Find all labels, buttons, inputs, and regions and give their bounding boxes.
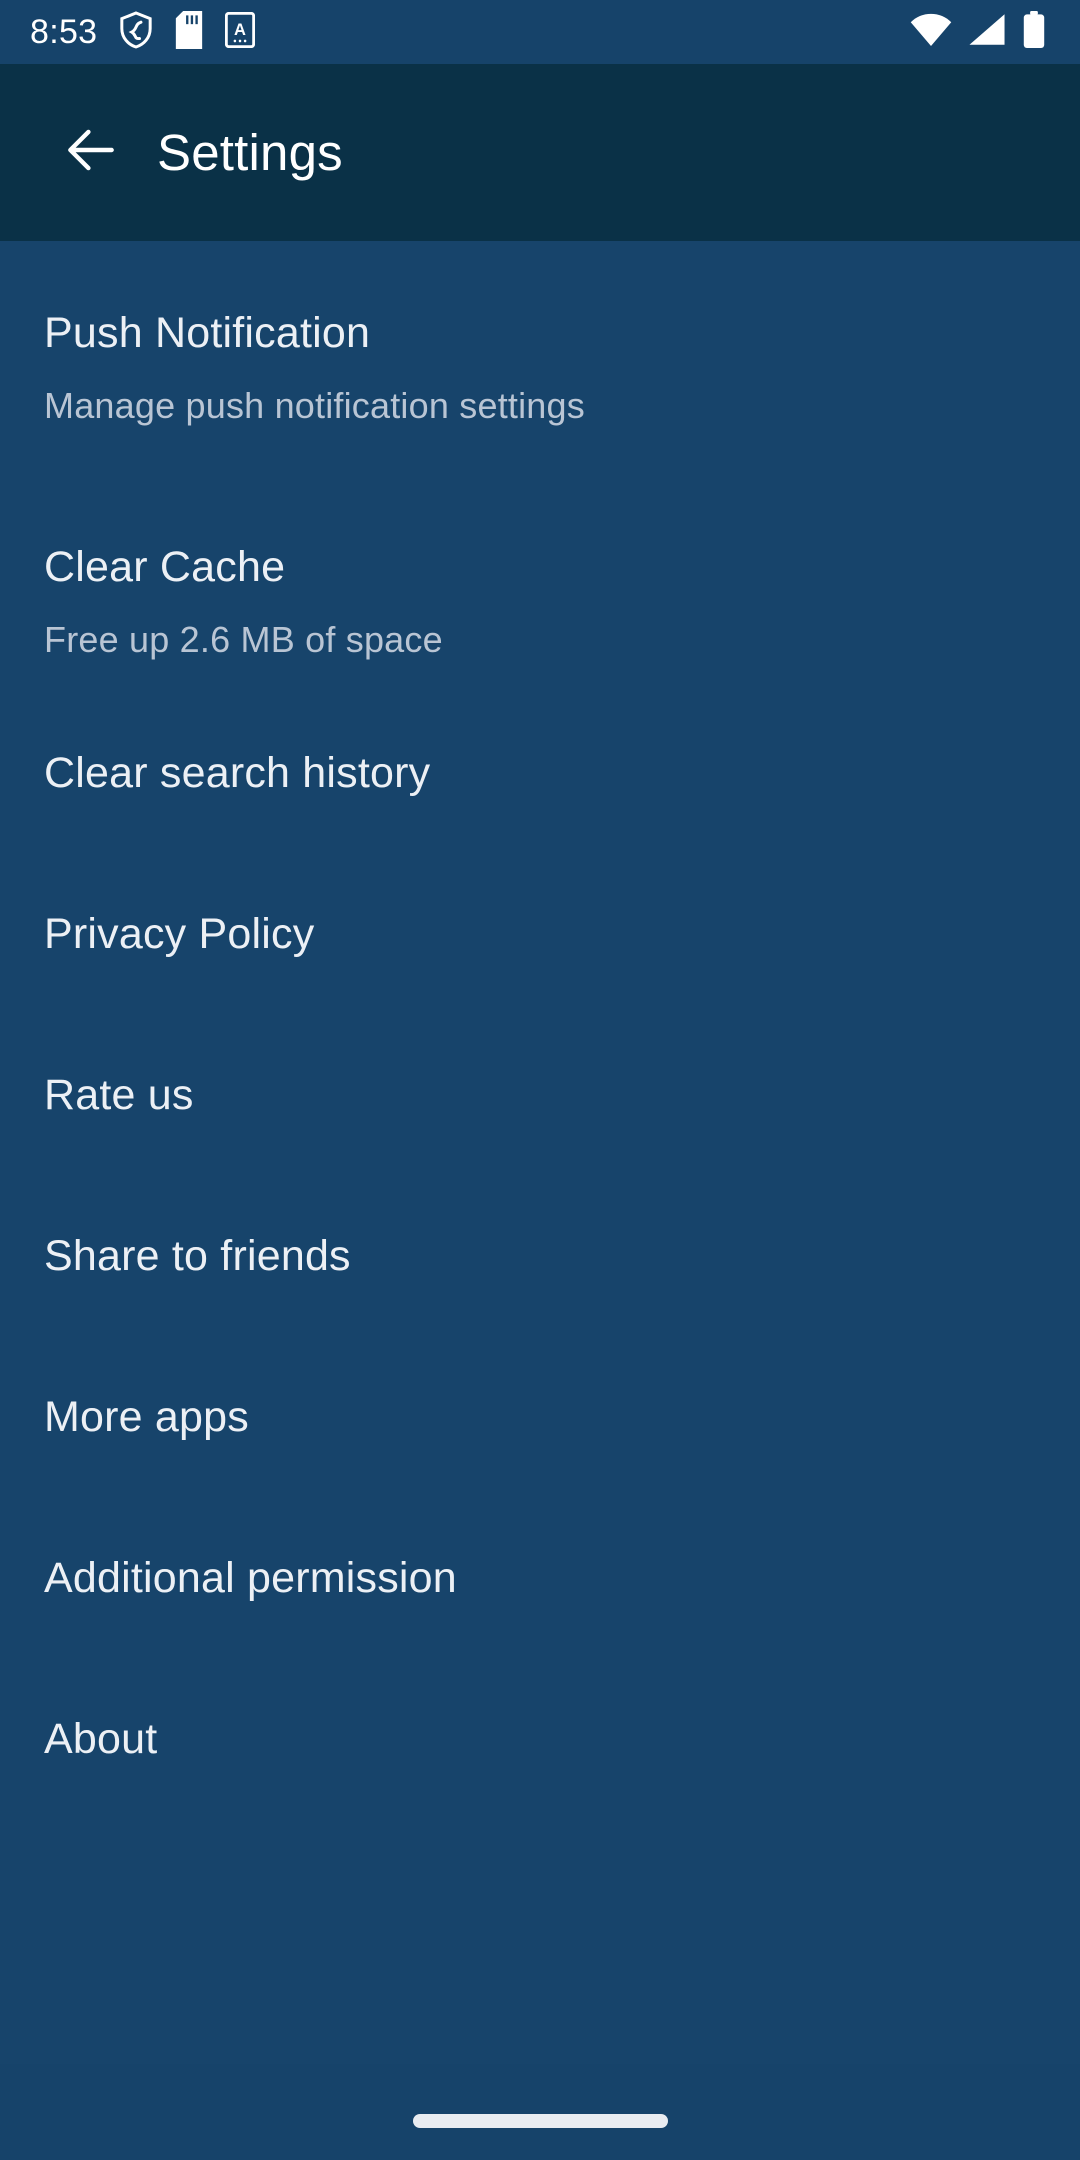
setting-title: Push Notification <box>44 309 371 357</box>
setting-row-share-to-friends[interactable]: Share to friends <box>0 1192 1080 1353</box>
setting-row-clear-cache[interactable]: Clear Cache Free up 2.6 MB of space <box>0 475 1080 709</box>
setting-row-about[interactable]: About <box>0 1675 1080 1836</box>
status-bar: 8:53 A <box>0 0 1080 64</box>
setting-row-additional-permission[interactable]: Additional permission <box>0 1514 1080 1675</box>
setting-title: Clear search history <box>44 749 431 797</box>
shield-privacy-icon <box>119 10 153 54</box>
cellular-signal-icon <box>968 13 1006 51</box>
setting-title: Clear Cache <box>44 543 286 591</box>
setting-row-rate-us[interactable]: Rate us <box>0 1031 1080 1192</box>
app-bar: Settings <box>0 64 1080 241</box>
setting-row-clear-search-history[interactable]: Clear search history <box>0 709 1080 870</box>
status-bar-left-cluster: 8:53 A <box>30 10 256 54</box>
setting-subtitle: Free up 2.6 MB of space <box>44 619 443 660</box>
svg-text:A: A <box>234 20 246 38</box>
sd-card-icon <box>175 10 203 54</box>
status-bar-clock: 8:53 <box>30 13 98 51</box>
wifi-icon <box>910 13 952 51</box>
battery-icon <box>1022 11 1046 53</box>
setting-title: Additional permission <box>44 1554 457 1602</box>
setting-title: Privacy Policy <box>44 910 315 958</box>
settings-list: Push Notification Manage push notificati… <box>0 241 1080 1836</box>
status-bar-right-cluster <box>910 11 1046 53</box>
setting-title: More apps <box>44 1393 249 1441</box>
setting-title: About <box>44 1715 158 1763</box>
setting-row-push-notification[interactable]: Push Notification Manage push notificati… <box>0 241 1080 475</box>
keyboard-language-a-icon: A <box>225 11 256 53</box>
setting-title: Rate us <box>44 1071 194 1119</box>
back-button[interactable] <box>52 114 130 192</box>
system-navigation-bar <box>0 2064 1080 2160</box>
setting-title: Share to friends <box>44 1232 351 1280</box>
setting-subtitle: Manage push notification settings <box>44 385 585 426</box>
home-gesture-pill[interactable] <box>412 2114 668 2128</box>
setting-row-privacy-policy[interactable]: Privacy Policy <box>0 870 1080 1031</box>
setting-row-more-apps[interactable]: More apps <box>0 1353 1080 1514</box>
page-title: Settings <box>157 124 343 181</box>
arrow-left-icon <box>60 119 122 186</box>
